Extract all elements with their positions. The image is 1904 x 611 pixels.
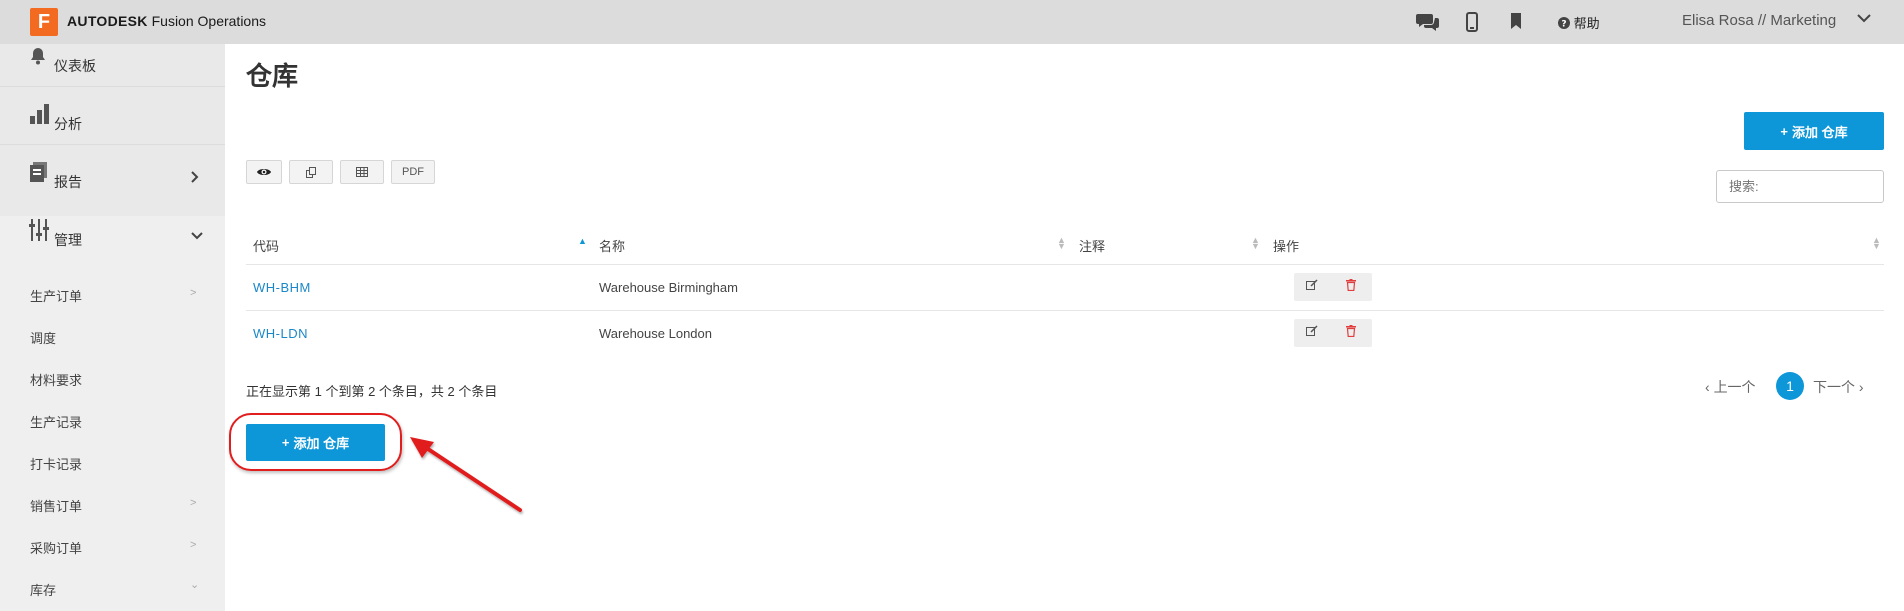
- chevron-right-icon: [190, 170, 200, 187]
- chevron-right-icon: >: [190, 497, 197, 509]
- chevron-right-icon: >: [190, 539, 197, 551]
- sidebar-sub-production-orders[interactable]: 生产订单: [30, 286, 82, 305]
- delete-icon[interactable]: [1346, 279, 1356, 294]
- sidebar-sub-material-requirements[interactable]: 材料要求: [30, 370, 82, 389]
- warehouse-name: Warehouse London: [599, 326, 712, 341]
- top-bar: F AUTODESK Fusion Operations ? 帮助 Elisa …: [0, 0, 1904, 44]
- mobile-icon[interactable]: [1466, 12, 1478, 35]
- pagination-previous[interactable]: ‹ 上一个: [1705, 377, 1756, 397]
- column-header-name[interactable]: 名称: [599, 236, 625, 255]
- plus-icon: +: [1780, 123, 1788, 139]
- row-actions: [1294, 319, 1372, 347]
- pdf-export-button[interactable]: PDF: [391, 160, 435, 184]
- sidebar-sub-inventory[interactable]: 库存: [30, 580, 56, 599]
- help-label: 帮助: [1573, 16, 1600, 31]
- help-link[interactable]: ? 帮助: [1558, 13, 1600, 32]
- sidebar-item-label: 报告: [54, 174, 82, 190]
- bookmark-icon[interactable]: [1510, 12, 1522, 33]
- chevron-right-icon: ›: [1855, 379, 1864, 395]
- warehouse-code-link[interactable]: WH-LDN: [253, 326, 308, 341]
- sort-icon[interactable]: ▲ ▼: [1872, 236, 1881, 251]
- warehouse-name: Warehouse Birmingham: [599, 280, 738, 295]
- svg-text:?: ?: [1561, 20, 1566, 30]
- table-info-text: 正在显示第 1 个到第 2 个条目，共 2 个条目: [246, 384, 498, 399]
- eye-icon: [257, 169, 271, 175]
- chevron-down-icon: ⌄: [190, 579, 200, 591]
- annotation-highlight-ring: [229, 413, 402, 471]
- sidebar-main-section: [0, 44, 225, 216]
- sidebar-item-label: 仪表板: [54, 58, 96, 74]
- sidebar-item-label: 分析: [54, 116, 82, 132]
- add-warehouse-button-top[interactable]: + 添加 仓库: [1744, 112, 1884, 150]
- search-input[interactable]: [1716, 170, 1884, 203]
- table-divider: [246, 310, 1884, 311]
- help-icon: ?: [1558, 17, 1570, 30]
- sort-icon[interactable]: ▲ ▼: [1251, 236, 1260, 251]
- bell-icon: [29, 47, 47, 70]
- copy-icon: [305, 166, 316, 178]
- sidebar-sub-purchase-orders[interactable]: 采购订单: [30, 538, 82, 557]
- divider: [0, 144, 225, 145]
- row-actions: [1294, 273, 1372, 301]
- sidebar-sub-sales-orders[interactable]: 销售订单: [30, 496, 82, 515]
- sidebar-sub-production-records[interactable]: 生产记录: [30, 412, 82, 431]
- brand-rest: Fusion Operations: [147, 13, 267, 29]
- bar-chart-icon: [29, 103, 49, 129]
- sidebar-item-label: 管理: [54, 232, 82, 248]
- chevron-down-icon[interactable]: [1856, 10, 1872, 31]
- pagination-next[interactable]: 下一个 ›: [1813, 377, 1864, 397]
- column-header-actions[interactable]: 操作: [1273, 236, 1299, 255]
- column-header-code[interactable]: 代码: [253, 236, 279, 255]
- chevron-right-icon: >: [190, 287, 197, 299]
- pagination-next-label: 下一个: [1813, 379, 1855, 395]
- report-icon: [29, 161, 49, 187]
- sidebar: 仪表板 分析 报告 管理 生产订单 > 调度 材料要求 生产记录 打卡记录 销售…: [0, 44, 225, 611]
- user-menu[interactable]: Elisa Rosa // Marketing: [1682, 12, 1836, 29]
- table-divider: [246, 264, 1884, 265]
- column-header-note[interactable]: 注释: [1079, 236, 1105, 255]
- fusion-logo[interactable]: F: [30, 8, 58, 36]
- sliders-icon: [29, 218, 49, 246]
- sort-icon[interactable]: ▲ ▼: [1057, 236, 1066, 251]
- delete-icon[interactable]: [1346, 325, 1356, 340]
- pagination-page-current[interactable]: 1: [1776, 372, 1804, 400]
- chevron-down-icon: [190, 228, 204, 244]
- page-title: 仓库: [246, 61, 299, 91]
- sort-asc-icon[interactable]: ▲: [578, 237, 587, 246]
- pagination-previous-label: 上一个: [1713, 379, 1756, 395]
- edit-icon[interactable]: [1306, 325, 1318, 340]
- annotation-arrow-icon: [410, 437, 522, 512]
- copy-button[interactable]: [289, 160, 333, 184]
- divider: [0, 86, 225, 87]
- table-icon: [356, 167, 368, 177]
- add-warehouse-label: 添加 仓库: [1791, 124, 1848, 140]
- sidebar-sub-clock-records[interactable]: 打卡记录: [30, 454, 82, 473]
- excel-export-button[interactable]: [340, 160, 384, 184]
- column-visibility-button[interactable]: [246, 160, 282, 184]
- edit-icon[interactable]: [1306, 279, 1318, 294]
- warehouse-code-link[interactable]: WH-BHM: [253, 280, 311, 295]
- brand-bold: AUTODESK: [67, 13, 148, 29]
- chevron-left-icon: ‹: [1705, 379, 1714, 395]
- brand-name: AUTODESK Fusion Operations: [67, 13, 266, 29]
- chat-icon[interactable]: [1416, 12, 1440, 35]
- sidebar-sub-scheduling[interactable]: 调度: [30, 328, 56, 347]
